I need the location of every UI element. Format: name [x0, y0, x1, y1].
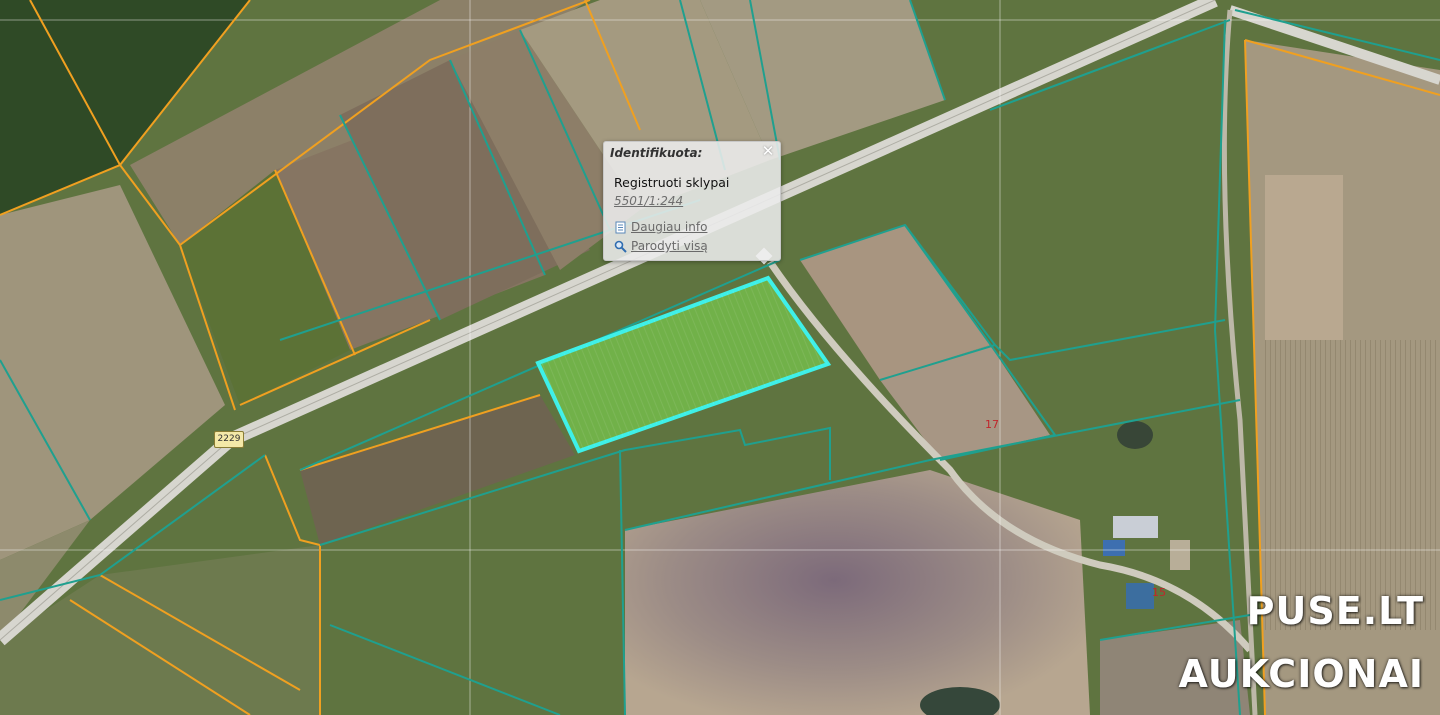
layer-name: Registruoti sklypai — [614, 175, 730, 190]
parcel-number-label: 15 — [1152, 586, 1166, 599]
magnifier-icon — [614, 240, 627, 253]
road-number-badge: 2229 — [214, 431, 244, 448]
watermark-line2: AUKCIONAI — [1178, 652, 1424, 696]
show-all-label: Parodyti visą — [631, 239, 708, 253]
close-icon[interactable]: ✕ — [760, 143, 776, 159]
identify-popup: Identifikuota: ✕ Registruoti sklypai 550… — [603, 141, 781, 261]
more-info-label: Daugiau info — [631, 220, 708, 234]
map-canvas[interactable]: 2229 17 15 Identifikuota: ✕ Registruoti … — [0, 0, 1440, 715]
more-info-link[interactable]: Daugiau info — [614, 220, 707, 234]
document-icon — [615, 221, 626, 233]
watermark-line1: PUSE.LT — [1246, 589, 1424, 633]
parcel-number-label: 17 — [985, 418, 999, 431]
popup-title: Identifikuota: — [610, 146, 703, 160]
aerial-imagery — [0, 0, 1440, 715]
parcel-id-link[interactable]: 5501/1:244 — [614, 194, 683, 208]
farm-building — [1113, 516, 1158, 538]
show-all-link[interactable]: Parodyti visą — [614, 239, 708, 253]
